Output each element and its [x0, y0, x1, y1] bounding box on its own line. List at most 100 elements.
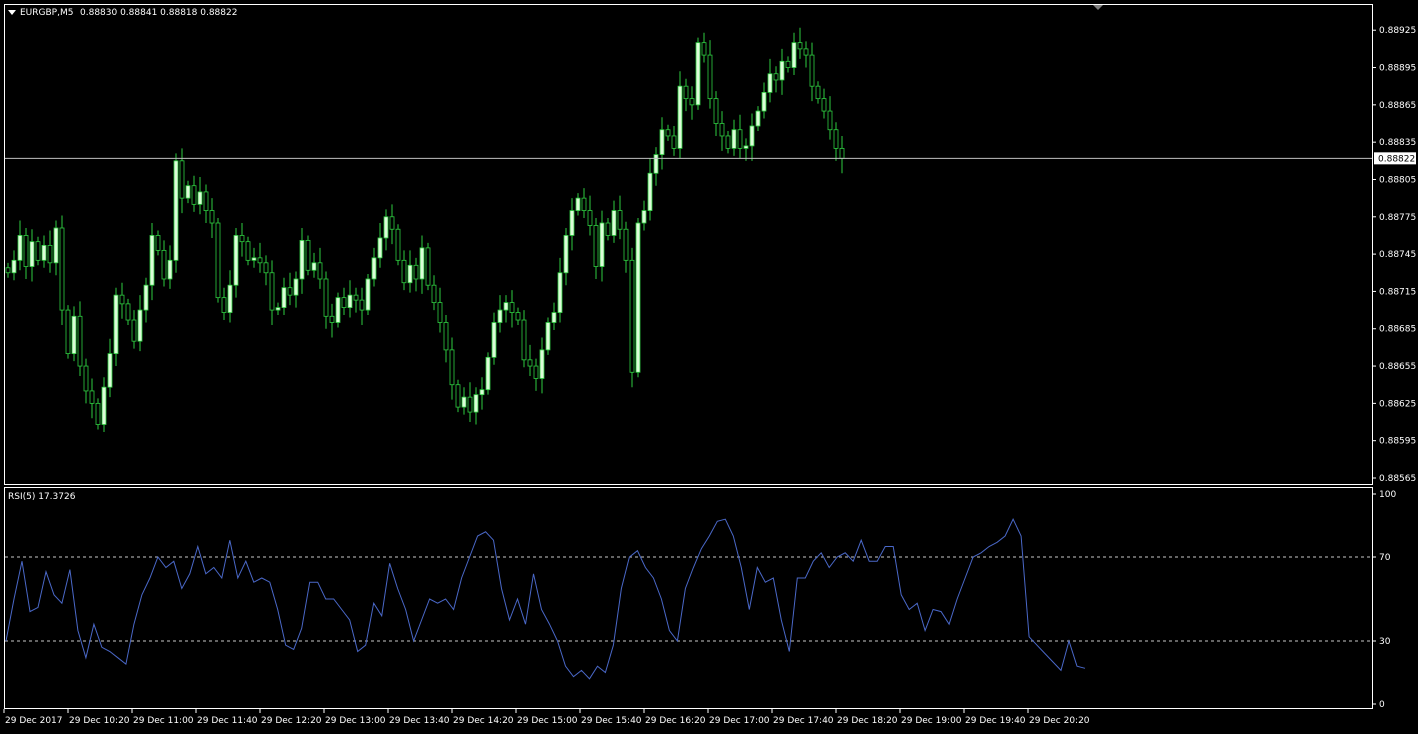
candle-body-down [533, 365, 539, 379]
candle-body-down [593, 225, 599, 267]
candle-body-down [833, 129, 839, 149]
candle-body-up [551, 312, 557, 323]
candle-body-up [143, 284, 149, 311]
candle-body-down [617, 210, 623, 230]
candle-body-down [203, 191, 209, 211]
candle-body-down [287, 287, 293, 296]
candle-body-up [293, 278, 299, 296]
candle-body-down [89, 390, 95, 404]
candle-body-up [491, 322, 497, 358]
candle-body-up [275, 307, 281, 311]
time-tick-label: 29 Dec 17:40 [773, 716, 834, 726]
candle-body-down [785, 60, 791, 68]
candle-body-up [767, 73, 773, 93]
time-tick-label: 29 Dec 20:20 [1029, 716, 1090, 726]
rsi-tick-label: 30 [1379, 637, 1391, 647]
candle-body-down [665, 129, 671, 137]
price-tick-label: 0.88595 [1379, 437, 1416, 447]
candle-body-up [659, 129, 665, 156]
candle-body-up [173, 160, 179, 261]
price-tick-label: 0.88835 [1379, 138, 1416, 148]
candle-body-up [53, 227, 59, 264]
candle-body-up [779, 60, 785, 81]
shift-marker-icon[interactable] [1093, 5, 1103, 10]
candle-body-up [41, 245, 47, 261]
candle-body-up [383, 216, 389, 239]
candle-body-down [317, 262, 323, 280]
candle-body-up [113, 294, 119, 355]
candle-body-up [347, 294, 353, 308]
time-tick-label: 29 Dec 15:00 [517, 716, 578, 726]
candle-body-up [137, 309, 143, 342]
candle-body-down [437, 302, 443, 323]
candle-body-up [563, 235, 569, 274]
main-chart-frame [4, 4, 1373, 485]
time-axis: 29 Dec 2017 29 Dec 10:20 29 Dec 11:00 29 De… [3, 709, 1090, 726]
candle-body-down [413, 264, 419, 280]
rsi-tick-label: 100 [1379, 490, 1396, 500]
candle-body-down [509, 302, 515, 313]
candle-body-up [731, 129, 737, 149]
candle-body-up [599, 222, 605, 267]
chart-canvas: 0.88822 EURGBP,M5 0.88830 0.88841 0.8881… [3, 4, 1416, 726]
candle-body-up [677, 85, 683, 149]
candle-body-down [683, 85, 689, 100]
candle-body-up [545, 322, 551, 351]
candle-body-up [539, 349, 545, 379]
candle-body-down [425, 247, 431, 286]
price-tick-label: 0.88625 [1379, 399, 1416, 409]
candle-body-up [755, 110, 761, 127]
candle-body-down [455, 384, 461, 408]
rsi-panel-frame [4, 487, 1373, 709]
candle-body-up [251, 257, 257, 261]
candle-body-up [791, 42, 797, 68]
candle-body-down [581, 197, 587, 211]
candle-body-down [65, 309, 71, 355]
candle-body-down [629, 259, 635, 373]
price-tick-label: 0.88655 [1379, 362, 1416, 372]
candle-body-up [311, 262, 317, 271]
time-tick-label: 29 Dec 11:40 [197, 716, 258, 726]
candle-body-up [503, 302, 509, 311]
time-tick-label: 29 Dec 11:00 [133, 716, 194, 726]
candle-body-down [95, 402, 101, 425]
candle-body-up [101, 386, 107, 425]
candle-body-up [149, 235, 155, 286]
candle-body-down [449, 349, 455, 386]
candle-body-down [701, 42, 707, 56]
rsi-line [5, 518, 1086, 680]
candle-body-down [809, 54, 815, 87]
candle-body-up [377, 237, 383, 259]
triangle-down-icon[interactable] [8, 10, 16, 15]
candle-body-down [83, 365, 89, 392]
candle-body-up [335, 297, 341, 323]
price-tick-label: 0.88865 [1379, 101, 1416, 111]
candle-body-down [821, 98, 827, 112]
candle-body-up [761, 92, 767, 112]
candle-body-up [71, 315, 77, 355]
candle-body-up [641, 210, 647, 224]
candle-body-up [371, 257, 377, 280]
candle-body-up [407, 264, 413, 284]
candle-body-down [179, 160, 185, 199]
candle-body-up [647, 172, 653, 211]
symbol-label: EURGBP,M5 [20, 8, 73, 18]
price-tick-label: 0.88925 [1379, 26, 1416, 36]
candle-body-down [839, 147, 845, 159]
candle-body-down [671, 135, 677, 149]
candle-body-down [713, 98, 719, 124]
candle-body-up [185, 185, 191, 199]
candle-body-down [773, 73, 779, 81]
candle-body-down [719, 123, 725, 137]
candle-body-down [47, 245, 53, 264]
time-tick-label: 29 Dec 18:20 [837, 716, 898, 726]
candle-body-down [515, 312, 521, 321]
rsi-tick-label: 0 [1379, 700, 1385, 710]
price-tick-label: 0.88685 [1379, 325, 1416, 335]
candle-body-up [635, 222, 641, 373]
candle-body-down [77, 315, 83, 367]
time-tick-label: 29 Dec 14:20 [453, 716, 514, 726]
ohlc-text: 0.88830 0.88841 0.88818 0.88822 [80, 8, 237, 18]
candle-body-down [155, 235, 161, 251]
candle-body-down [395, 228, 401, 261]
